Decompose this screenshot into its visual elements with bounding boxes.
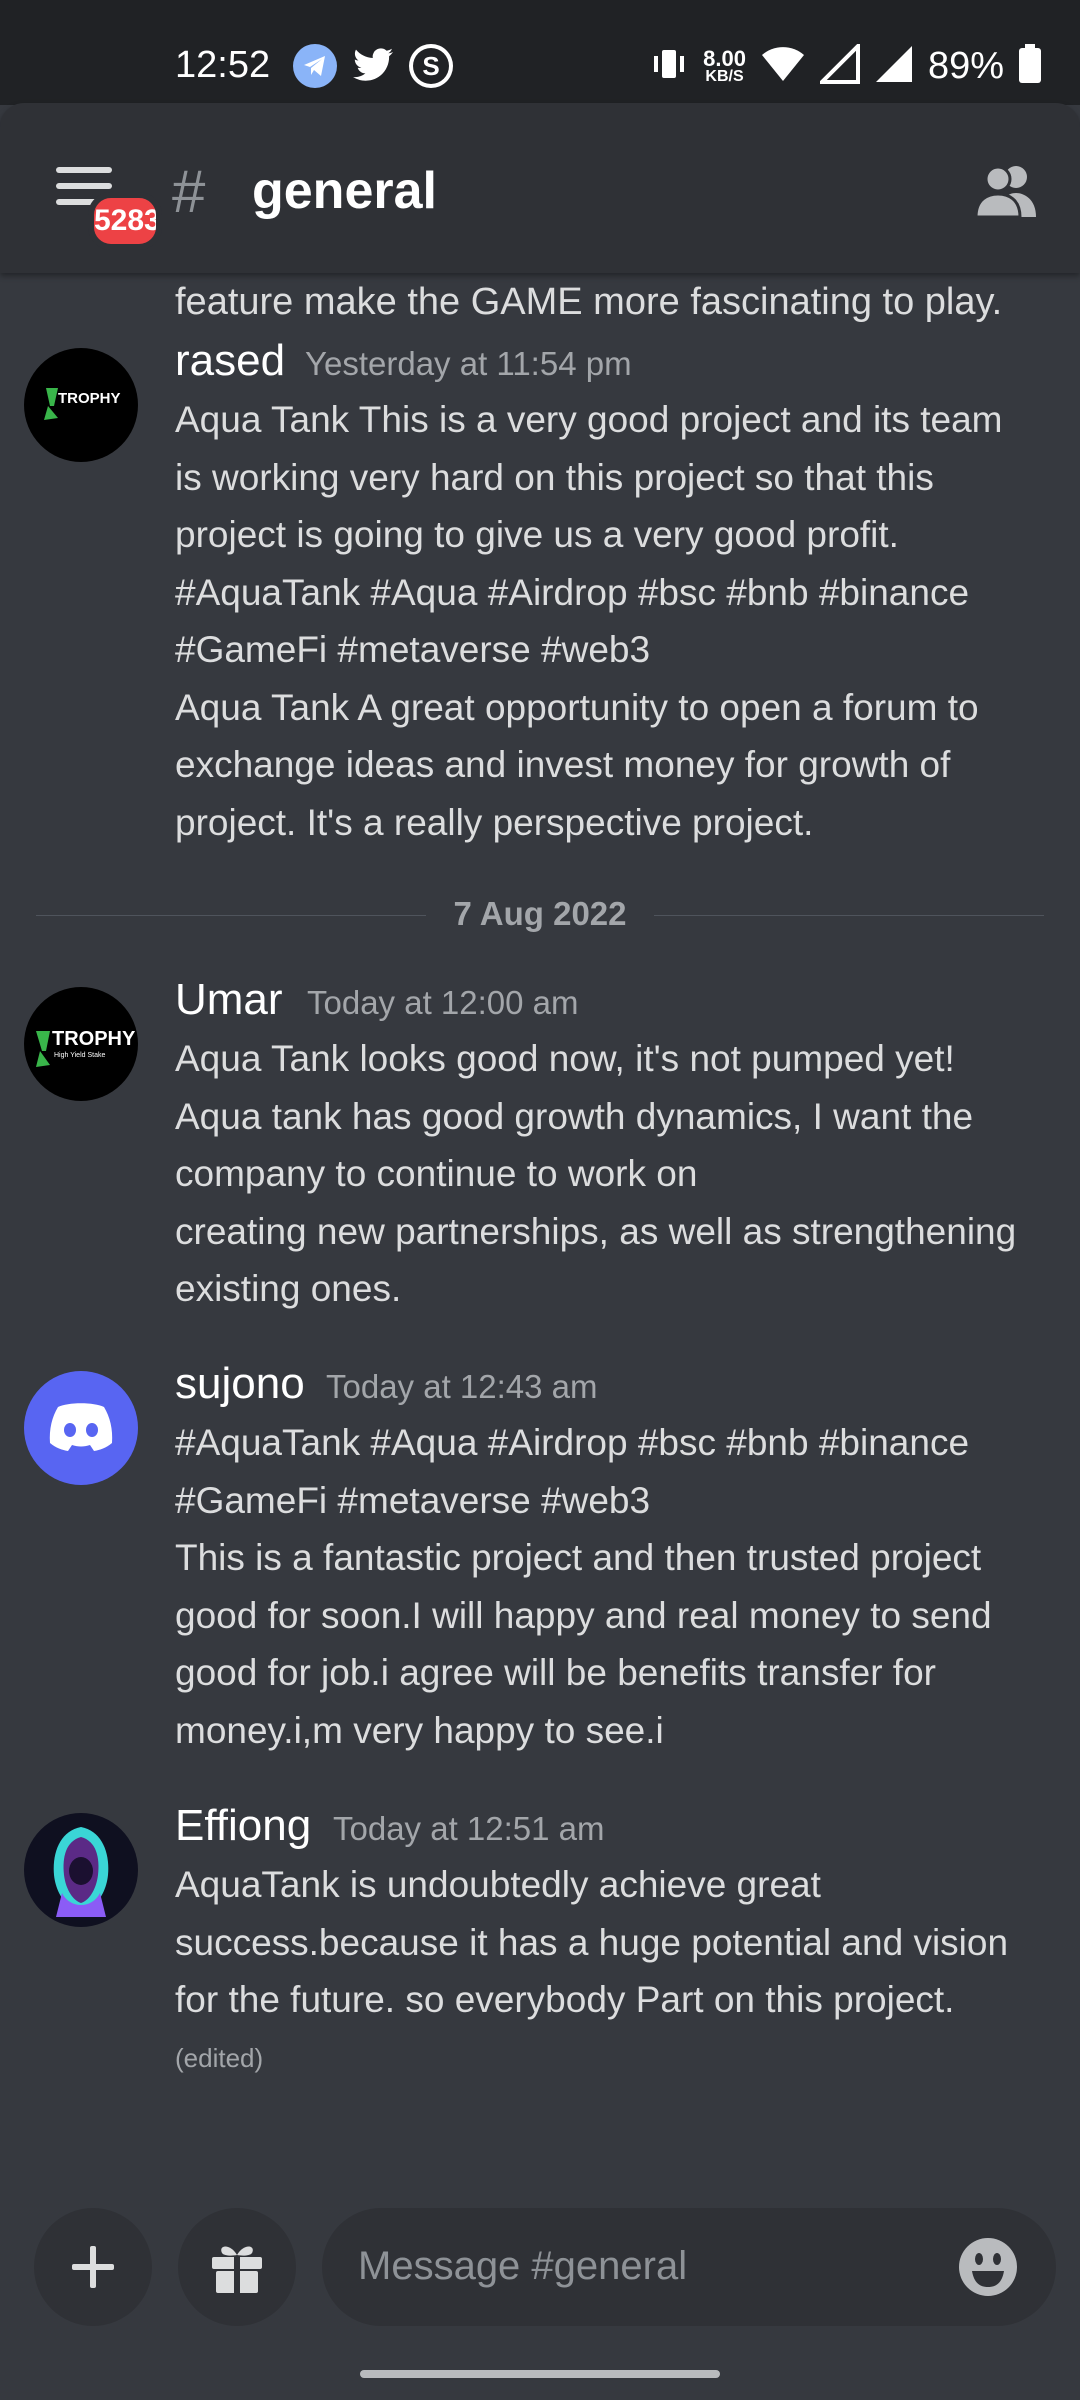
twitter-icon <box>351 44 395 88</box>
avatar-effiong[interactable] <box>24 1813 138 1927</box>
channel-hash-icon: # <box>172 158 206 225</box>
edited-label: (edited) <box>175 2043 264 2073</box>
username[interactable]: rased <box>175 336 285 386</box>
message-composer: Message #general <box>0 2190 1080 2330</box>
message-list[interactable]: feature make the GAME more fascinating t… <box>0 273 1080 2193</box>
notification-badge: 5283 <box>88 192 162 250</box>
timestamp: Today at 12:00 am <box>307 984 579 1021</box>
wifi-icon <box>760 45 806 88</box>
message-body: #AquaTank #Aqua #Airdrop #bsc #bnb #bina… <box>175 1422 992 1751</box>
avatar-umar[interactable]: TROPHY High Yield Stake <box>24 987 138 1101</box>
message-body: AquaTank is undoubtedly achieve great su… <box>175 1864 1009 2020</box>
channel-header: # general <box>0 103 1080 273</box>
status-bar: 12:52 S 8.00 KB/S 89% <box>0 0 1080 105</box>
avatar-umar-text: TROPHY <box>52 1028 136 1050</box>
username[interactable]: Umar <box>175 975 283 1025</box>
channel-name[interactable]: general <box>252 161 437 221</box>
s-app-icon: S <box>409 44 453 88</box>
vibrate-icon <box>649 44 689 89</box>
discord-logo-icon <box>49 1403 113 1451</box>
plus-icon <box>72 2246 114 2288</box>
message-tail: feature make the GAME more fascinating t… <box>175 281 1003 323</box>
avatar-umar-subtext: High Yield Stake <box>54 1052 105 1059</box>
cell-signal-icon <box>817 41 860 89</box>
avatar-rased-text: TROPHY <box>58 390 121 407</box>
status-right: 8.00 KB/S 89% <box>649 41 1042 89</box>
timestamp: Yesterday at 11:54 pm <box>305 345 632 382</box>
message-input[interactable]: Message #general <box>322 2208 1056 2326</box>
date-divider: 7 Aug 2022 <box>36 895 1044 935</box>
avatar-rased[interactable]: TROPHY <box>24 348 138 462</box>
status-app-icons: S <box>293 44 453 88</box>
timestamp: Today at 12:51 am <box>333 1810 605 1847</box>
svg-text:S: S <box>422 51 439 81</box>
telegram-icon <box>293 44 337 88</box>
gift-button[interactable] <box>178 2208 296 2326</box>
network-speed: 8.00 KB/S <box>703 45 746 85</box>
username[interactable]: Effiong <box>175 1801 311 1851</box>
cell-signal-2-icon <box>874 44 914 89</box>
battery-icon <box>1018 44 1042 89</box>
status-time: 12:52 <box>175 44 271 86</box>
message-placeholder: Message #general <box>358 2244 688 2288</box>
timestamp: Today at 12:43 am <box>326 1368 598 1405</box>
message-body: Aqua Tank This is a very good project an… <box>175 399 1003 843</box>
home-indicator[interactable] <box>360 2370 720 2378</box>
message-body: Aqua Tank looks good now, it's not pumpe… <box>175 1038 1017 1309</box>
attach-button[interactable] <box>34 2208 152 2326</box>
battery-percent: 89% <box>927 45 1004 87</box>
members-icon[interactable] <box>974 161 1040 219</box>
username[interactable]: sujono <box>175 1359 305 1409</box>
avatar-sujono[interactable] <box>24 1371 138 1485</box>
gift-icon <box>212 2246 262 2295</box>
emoji-icon[interactable] <box>958 2237 1018 2297</box>
